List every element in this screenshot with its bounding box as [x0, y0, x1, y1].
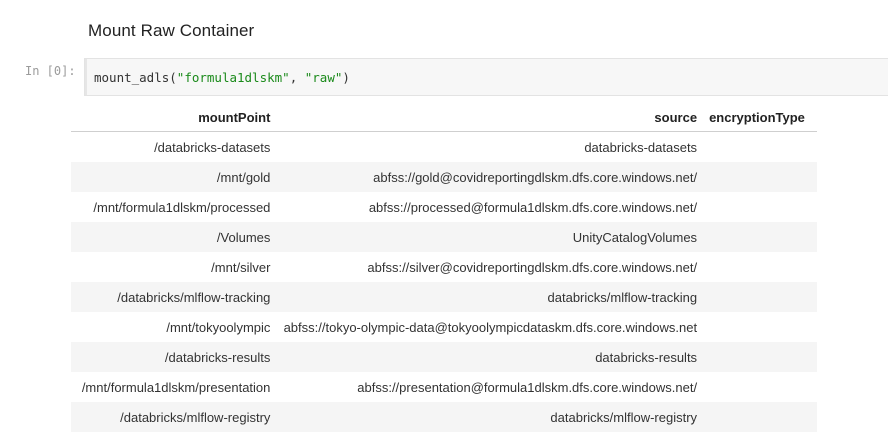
- cell-encryptiontype: [703, 252, 817, 282]
- table-row: /mnt/tokyoolympic abfss://tokyo-olympic-…: [71, 312, 817, 342]
- cell-encryptiontype: [703, 192, 817, 222]
- cell-mountpoint: /mnt/formula1dlskm/processed: [93, 199, 271, 215]
- table-row: /mnt/silver abfss://silver@covidreportin…: [71, 252, 817, 282]
- cell-source: databricks/mlflow-tracking: [276, 282, 704, 312]
- code-cell-gutter: [85, 59, 87, 95]
- table-row: /Volumes UnityCatalogVolumes: [71, 222, 817, 252]
- cell-encryptiontype: [703, 342, 817, 372]
- output-table: mountPoint source encryptionType /databr…: [71, 103, 817, 432]
- cell-source: abfss://presentation@formula1dlskm.dfs.c…: [357, 379, 698, 395]
- cell-mountpoint: /databricks-results: [71, 342, 277, 372]
- cell-prompt: In [0]:: [25, 64, 76, 78]
- table-row: /mnt/formula1dlskm/presentation abfss://…: [71, 372, 817, 402]
- cell-mountpoint: /databricks/mlflow-registry: [71, 402, 277, 432]
- table-row: /databricks/mlflow-registry databricks/m…: [71, 402, 817, 432]
- code-function-call: mount_adls(: [94, 70, 177, 85]
- cell-mountpoint: /mnt/silver: [211, 259, 271, 275]
- code-close-paren: ): [342, 70, 350, 85]
- cell-source: abfss://processed@formula1dlskm.dfs.core…: [368, 199, 698, 215]
- table-row: /databricks-datasets databricks-datasets: [71, 132, 817, 163]
- table-row: /databricks-results databricks-results: [71, 342, 817, 372]
- cell-source: databricks/mlflow-registry: [276, 402, 704, 432]
- code-separator: ,: [289, 70, 305, 85]
- cell-mountpoint: /databricks/mlflow-tracking: [71, 282, 277, 312]
- table-row: /mnt/formula1dlskm/processed abfss://pro…: [71, 192, 817, 222]
- cell-mountpoint: /mnt/formula1dlskm/presentation: [81, 379, 271, 395]
- cell-source: databricks-results: [276, 342, 704, 372]
- code-string-arg: "raw": [304, 70, 343, 85]
- cell-mountpoint: /databricks-datasets: [154, 139, 271, 155]
- cell-mountpoint: /mnt/gold: [71, 162, 277, 192]
- cell-encryptiontype: [703, 402, 817, 432]
- cell-source: databricks-datasets: [584, 139, 698, 155]
- cell-encryptiontype: [703, 312, 817, 342]
- code-string-arg: "formula1dlskm": [176, 70, 290, 85]
- table-row: /mnt/gold abfss://gold@covidreportingdls…: [71, 162, 817, 192]
- cell-mountpoint: /mnt/tokyoolympic: [166, 319, 271, 335]
- cell-encryptiontype: [703, 162, 817, 192]
- column-header-source[interactable]: source: [276, 103, 704, 132]
- cell-source: abfss://tokyo-olympic-data@tokyoolympicd…: [283, 319, 698, 335]
- column-header-encryptiontype[interactable]: encryptionType: [703, 103, 817, 132]
- cell-encryptiontype: [703, 222, 817, 252]
- cell-mountpoint: /Volumes: [71, 222, 277, 252]
- code-line[interactable]: mount_adls("formula1dlskm", "raw"): [94, 70, 350, 85]
- table-row: /databricks/mlflow-tracking databricks/m…: [71, 282, 817, 312]
- markdown-heading: Mount Raw Container: [88, 21, 255, 40]
- code-cell-editor[interactable]: mount_adls("formula1dlskm", "raw"): [84, 58, 888, 96]
- cell-encryptiontype: [703, 282, 817, 312]
- cell-encryptiontype: [703, 372, 817, 402]
- cell-encryptiontype: [703, 132, 817, 163]
- cell-source: UnityCatalogVolumes: [276, 222, 704, 252]
- cell-source: abfss://silver@covidreportingdlskm.dfs.c…: [367, 259, 698, 275]
- cell-source: abfss://gold@covidreportingdlskm.dfs.cor…: [276, 162, 704, 192]
- table-header-row: mountPoint source encryptionType: [71, 103, 817, 132]
- column-header-mountpoint[interactable]: mountPoint: [71, 103, 277, 132]
